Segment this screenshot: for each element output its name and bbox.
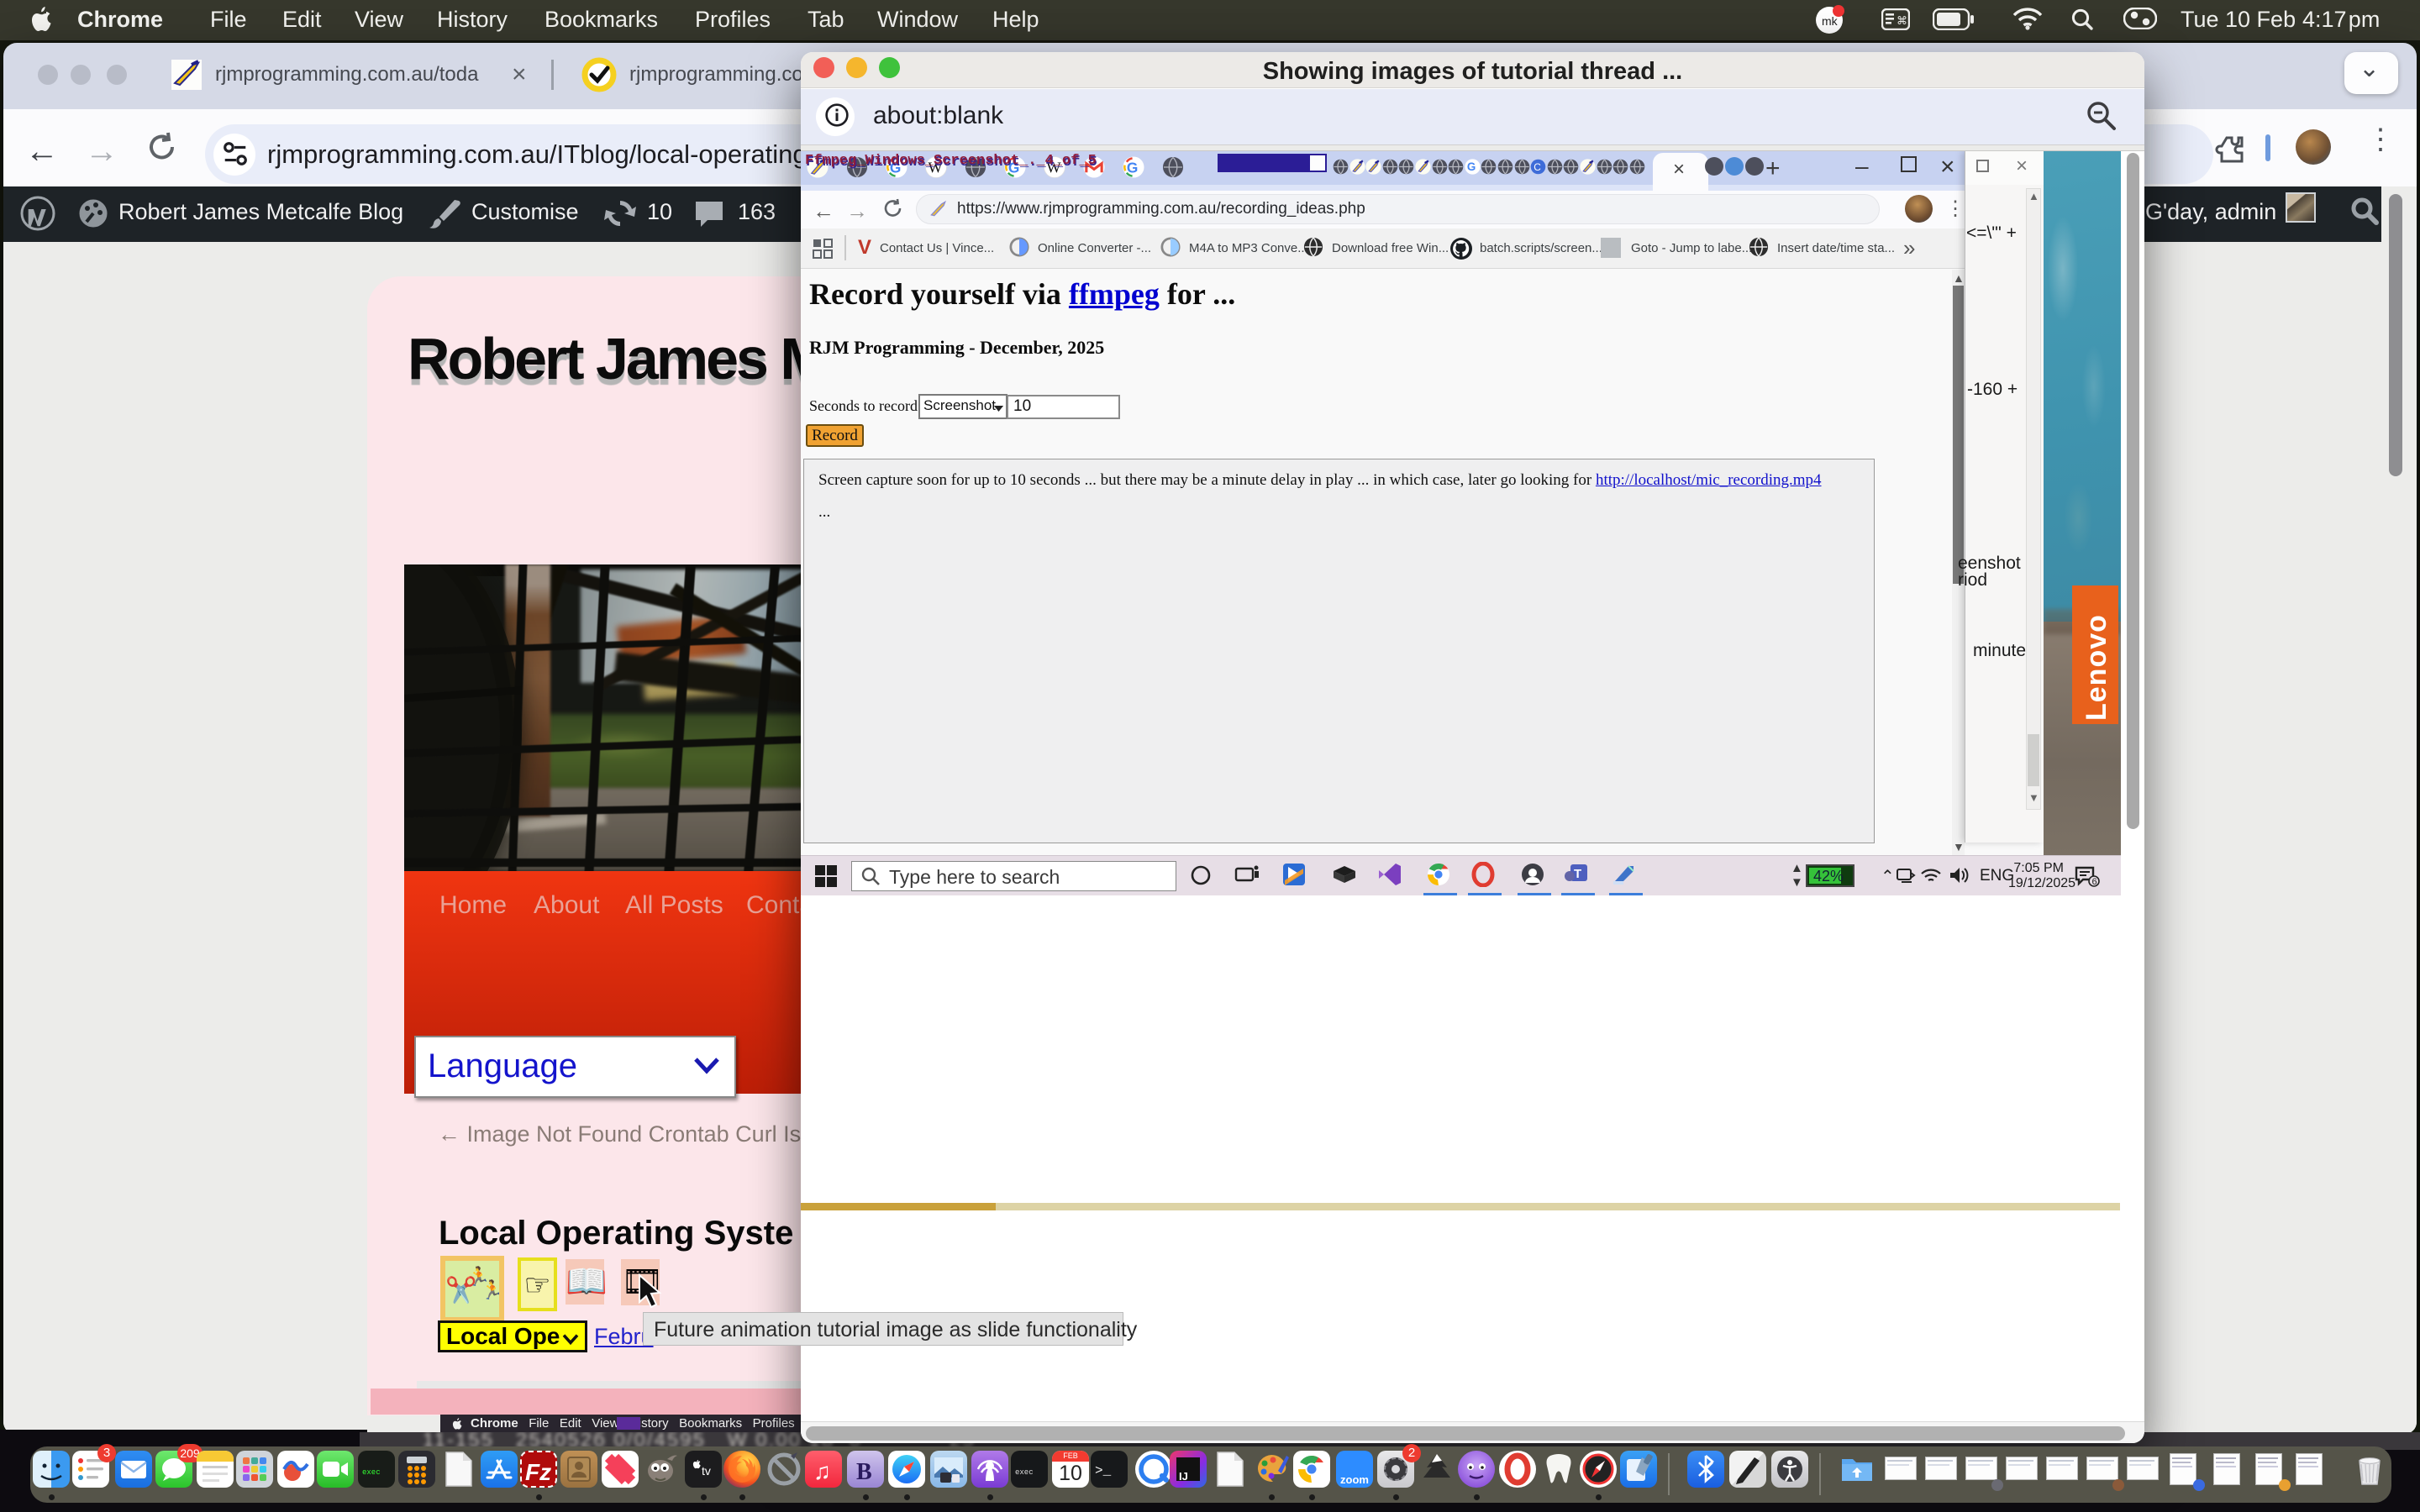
svg-text:C: C — [1534, 161, 1541, 173]
svg-text:G: G — [1467, 160, 1476, 173]
svg-text:tv: tv — [702, 1464, 711, 1478]
svg-text:T: T — [1574, 867, 1581, 881]
svg-text:mk: mk — [1822, 14, 1839, 28]
svg-text:6: 6 — [2092, 877, 2097, 887]
svg-text:⌘: ⌘ — [1897, 14, 1907, 27]
